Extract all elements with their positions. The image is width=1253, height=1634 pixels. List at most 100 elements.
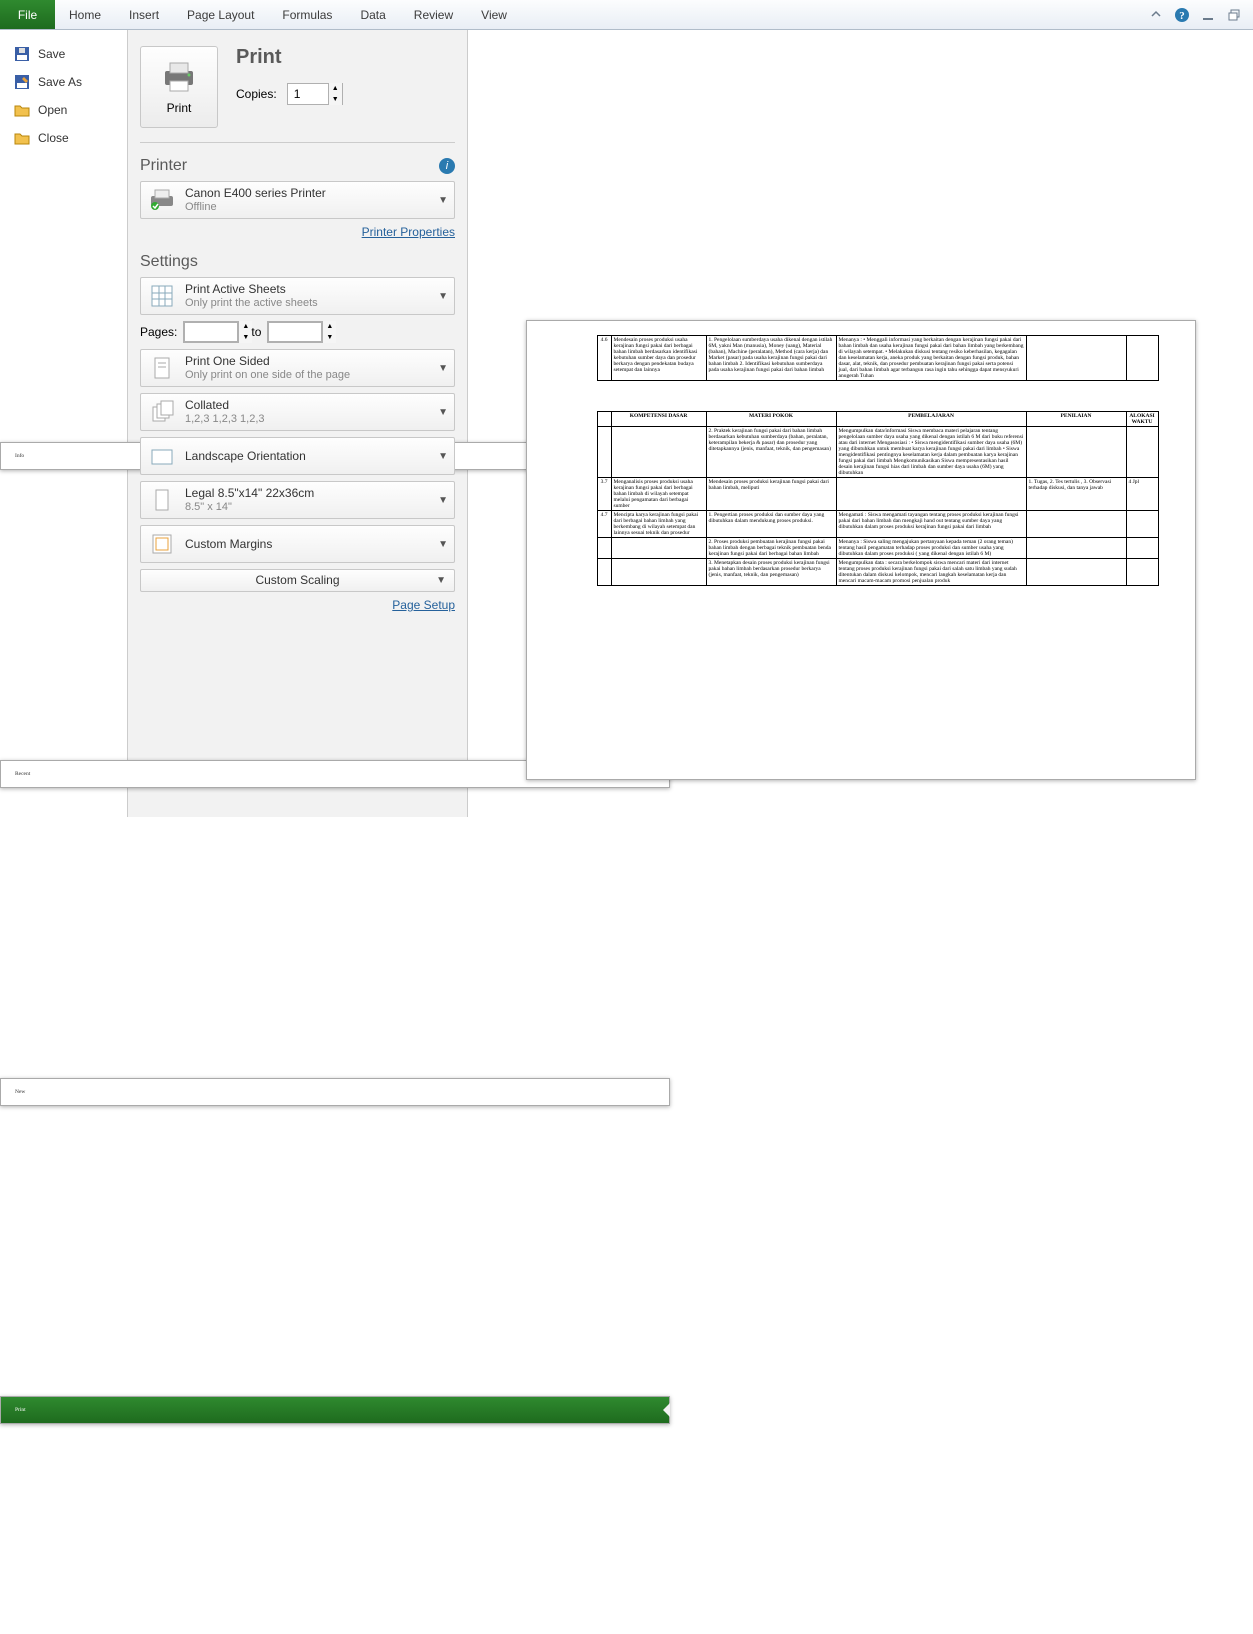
chevron-down-icon: ▼ [438, 451, 448, 462]
chevron-down-icon: ▼ [438, 407, 448, 418]
kd-cell: Mendesain proses produksi usaha kerajina… [611, 336, 706, 381]
nav-new-label: New [15, 1089, 25, 1095]
pages-from-input[interactable] [184, 322, 238, 342]
table-row: 4.6 Mendesain proses produksi usaha kera… [597, 336, 1158, 381]
scaling-select[interactable]: Custom Scaling ▼ [140, 569, 455, 592]
pages-to-input[interactable] [268, 322, 322, 342]
preview-table-main: KOMPETENSI DASAR MATERI POKOK PEMBELAJAR… [597, 411, 1159, 586]
settings-heading: Settings [140, 253, 198, 271]
collate-title: Collated [185, 398, 430, 413]
kd-cell [611, 559, 706, 586]
table-row: 3. Menetapkan desain proses produksi ker… [597, 559, 1158, 586]
page-size-icon [147, 485, 177, 515]
save-as-icon [14, 74, 30, 90]
preview-table-top: 4.6 Mendesain proses produksi usaha kera… [597, 335, 1159, 381]
orientation-select[interactable]: Landscape Orientation ▼ [140, 437, 455, 475]
tab-page-layout[interactable]: Page Layout [173, 0, 268, 29]
print-preview-area: 4.6 Mendesain proses produksi usaha kera… [468, 30, 1253, 817]
sides-sub: Only print on one side of the page [185, 369, 430, 383]
print-what-sub: Only print the active sheets [185, 297, 430, 311]
nav-print-label: Print [15, 1407, 26, 1413]
num-cell: 3.7 [597, 478, 611, 511]
window-min-icon[interactable] [1199, 6, 1217, 24]
pages-to-down[interactable]: ▼ [322, 332, 336, 343]
pb-cell: Menanya : Siswa saling mengajukan pertan… [836, 538, 1026, 559]
kd-cell [611, 427, 706, 478]
nav-save-as-label: Save As [38, 75, 82, 89]
copies-down[interactable]: ▼ [328, 94, 342, 105]
close-icon [14, 130, 30, 146]
copies-field[interactable] [288, 87, 328, 101]
nav-save[interactable]: Save [0, 40, 127, 68]
aw-cell: 4 Jpl [1126, 478, 1158, 511]
print-button[interactable]: Print [140, 46, 218, 128]
mp-cell: 3. Menetapkan desain proses produksi ker… [706, 559, 836, 586]
margins-title: Custom Margins [185, 537, 430, 552]
print-panel: Print Print Copies: ▲ ▼ Printer [128, 30, 468, 817]
mp-cell: 1. Pengelolaan sumberdaya usaha dikenal … [706, 336, 836, 381]
nav-open[interactable]: Open [0, 96, 127, 124]
printer-info-icon[interactable]: i [439, 158, 455, 174]
print-what-title: Print Active Sheets [185, 282, 430, 297]
pn-cell [1026, 427, 1126, 478]
printer-properties-link[interactable]: Printer Properties [362, 225, 455, 239]
nav-open-label: Open [38, 103, 67, 117]
mp-cell: Mendesain proses produksi kerajinan fung… [706, 478, 836, 511]
aw-cell [1126, 427, 1158, 478]
printer-status: Offline [185, 201, 430, 215]
nav-close[interactable]: Close [0, 124, 127, 152]
pages-label: Pages: [140, 325, 177, 339]
nav-info-label: Info [15, 453, 24, 459]
sides-select[interactable]: Print One SidedOnly print on one side of… [140, 349, 455, 387]
printer-big-icon [159, 59, 199, 95]
tab-view[interactable]: View [467, 0, 521, 29]
print-what-select[interactable]: Print Active SheetsOnly print the active… [140, 277, 455, 315]
window-restore-icon[interactable] [1225, 6, 1243, 24]
tab-data[interactable]: Data [346, 0, 399, 29]
printer-select[interactable]: Canon E400 series Printer Offline ▼ [140, 181, 455, 219]
kd-cell: Mencipta karya kerajinan fungsi pakai da… [611, 511, 706, 538]
nav-print[interactable]: Print [0, 1396, 670, 1424]
size-sub: 8.5" x 14" [185, 501, 430, 515]
tab-formulas[interactable]: Formulas [268, 0, 346, 29]
tab-review[interactable]: Review [400, 0, 467, 29]
num-cell: 4.7 [597, 511, 611, 538]
page-setup-link[interactable]: Page Setup [392, 598, 455, 612]
kd-cell [611, 538, 706, 559]
table-header-row: KOMPETENSI DASAR MATERI POKOK PEMBELAJAR… [597, 412, 1158, 427]
mp-cell: 2. Proses produksi pembuatan kerajinan f… [706, 538, 836, 559]
mp-cell: 2. Praktek kerajinan fungsi pakai dari b… [706, 427, 836, 478]
landscape-icon [147, 441, 177, 471]
pb-cell: Menanya : • Menggali informasi yang berk… [836, 336, 1026, 381]
chevron-down-icon: ▼ [438, 291, 448, 302]
copies-input[interactable]: ▲ ▼ [287, 83, 343, 105]
pages-from-down[interactable]: ▼ [238, 332, 252, 343]
help-icon[interactable]: ? [1173, 6, 1191, 24]
nav-save-as[interactable]: Save As [0, 68, 127, 96]
collate-select[interactable]: Collated1,2,3 1,2,3 1,2,3 ▼ [140, 393, 455, 431]
tab-insert[interactable]: Insert [115, 0, 173, 29]
copies-up[interactable]: ▲ [328, 83, 342, 94]
row-num: 4.6 [597, 336, 611, 381]
pn-cell [1026, 559, 1126, 586]
open-icon [14, 102, 30, 118]
pb-cell: Mengamati : Siswa mengamati tayangan ten… [836, 511, 1026, 538]
nav-new[interactable]: New [0, 1078, 670, 1106]
collate-sub: 1,2,3 1,2,3 1,2,3 [185, 413, 430, 427]
printer-heading: Printer [140, 157, 187, 175]
nav-close-label: Close [38, 131, 69, 145]
paper-size-select[interactable]: Legal 8.5"x14" 22x36cm8.5" x 14" ▼ [140, 481, 455, 519]
ribbon-min-icon[interactable] [1147, 6, 1165, 24]
pages-to-up[interactable]: ▲ [322, 321, 336, 332]
sheets-icon [147, 281, 177, 311]
tab-file[interactable]: File [0, 0, 55, 29]
margins-select[interactable]: Custom Margins ▼ [140, 525, 455, 563]
table-row: 2. Proses produksi pembuatan kerajinan f… [597, 538, 1158, 559]
tab-home[interactable]: Home [55, 0, 115, 29]
chevron-down-icon: ▼ [438, 495, 448, 506]
nav-save-label: Save [38, 47, 65, 61]
sides-title: Print One Sided [185, 354, 430, 369]
pb-cell [836, 478, 1026, 511]
pages-from-up[interactable]: ▲ [238, 321, 252, 332]
printer-icon [147, 185, 177, 215]
